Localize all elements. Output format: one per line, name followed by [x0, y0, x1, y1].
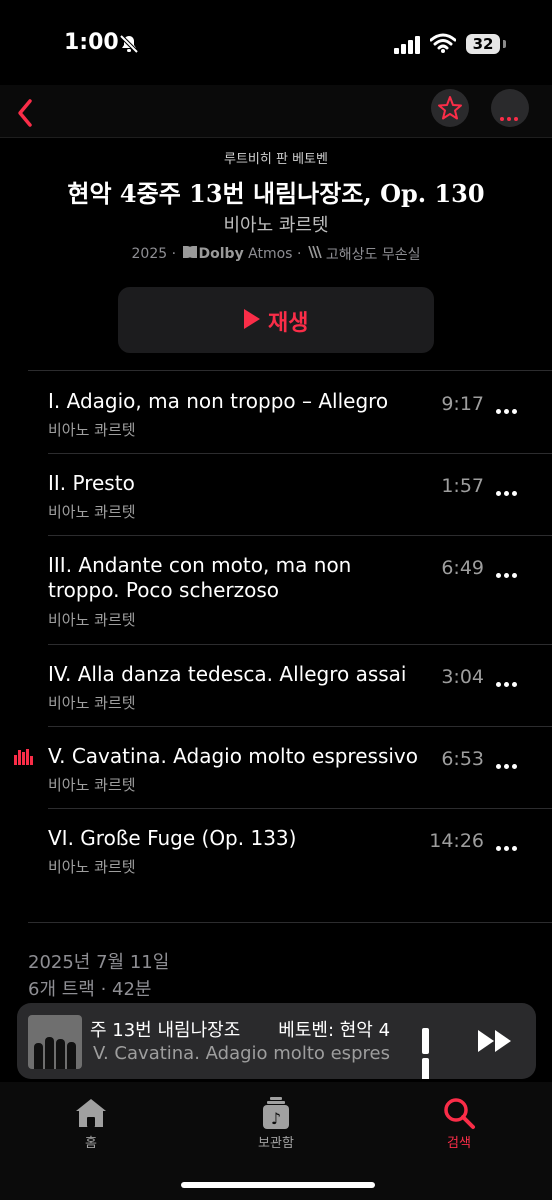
ellipsis-icon[interactable]	[496, 836, 520, 855]
track-title: V. Cavatina. Adagio molto espressivo	[48, 744, 418, 768]
forward-icon[interactable]	[477, 1029, 513, 1057]
mini-player-artwork	[28, 1015, 82, 1069]
mini-player[interactable]: 주 13번 내림나장조 베토벤: 현악 4 V. Cavatina. Adagio…	[17, 1003, 536, 1079]
track-artist: 비아노 콰르텟	[48, 611, 136, 629]
ellipsis-icon[interactable]	[496, 399, 520, 418]
now-playing-icon	[14, 746, 34, 765]
tab-search-label: 검색	[447, 1136, 471, 1151]
track-duration: 14:26	[429, 830, 484, 852]
track-artist: 비아노 콰르텟	[48, 694, 136, 712]
album-meta: 2025 · Dolby Atmos · 고해상도 무손실	[131, 245, 421, 263]
track-artist: 비아노 콰르텟	[48, 503, 136, 521]
status-time: 1:00	[64, 30, 119, 55]
mini-player-track-title: 주 13번 내림나장조	[90, 1020, 241, 1041]
header-divider	[0, 137, 552, 138]
track-title: IV. Alla danza tedesca. Allegro assai	[48, 662, 407, 686]
ellipsis-icon[interactable]	[496, 754, 520, 773]
bell-slash-icon	[118, 33, 140, 59]
ellipsis-icon	[500, 106, 521, 125]
track-row[interactable]: II. Presto 비아노 콰르텟 1:57	[0, 454, 552, 536]
mini-player-subtitle: V. Cavatina. Adagio molto espres	[93, 1043, 390, 1064]
album-title: 현악 4중주 13번 내림나장조, Op. 130	[67, 179, 485, 208]
tab-home-label: 홈	[85, 1136, 97, 1151]
track-title: III. Andante con moto, ma non troppo. Po…	[48, 553, 352, 602]
chevron-left-icon[interactable]	[10, 91, 46, 131]
play-button[interactable]: 재생	[118, 287, 434, 353]
play-label: 재생	[268, 311, 309, 336]
star-icon	[438, 96, 462, 120]
track-title: VI. Große Fuge (Op. 133)	[48, 826, 297, 850]
album-year: 2025	[131, 246, 168, 262]
ellipsis-icon[interactable]	[496, 481, 520, 500]
search-icon	[414, 1094, 504, 1132]
track-duration: 1:57	[441, 475, 484, 497]
tab-library[interactable]: ♪ 보관함	[231, 1094, 321, 1151]
track-count: 6개 트랙 · 42분	[28, 979, 152, 1000]
play-icon	[244, 309, 260, 329]
track-row[interactable]: VI. Große Fuge (Op. 133) 비아노 콰르텟 14:26	[0, 809, 552, 891]
pause-icon[interactable]	[422, 1028, 442, 1079]
battery-cap	[503, 40, 506, 48]
dolby-icon	[182, 246, 197, 262]
track-row[interactable]: III. Andante con moto, ma non troppo. Po…	[0, 536, 552, 645]
library-icon: ♪	[231, 1094, 321, 1132]
album-composer[interactable]: 루트비히 판 베토벤	[0, 148, 552, 167]
mini-player-album: 베토벤: 현악 4	[278, 1020, 391, 1041]
battery-icon: 32	[466, 34, 500, 54]
lossless-icon	[308, 245, 324, 262]
track-duration: 9:17	[441, 393, 484, 415]
track-duration: 3:04	[441, 666, 484, 688]
mini-player-title: 주 13번 내림나장조 베토벤: 현악 4	[90, 1016, 402, 1042]
home-indicator	[181, 1182, 375, 1188]
nav-bar	[0, 85, 552, 137]
track-title: I. Adagio, ma non troppo – Allegro	[48, 389, 389, 413]
tab-search[interactable]: 검색	[414, 1094, 504, 1151]
ellipsis-icon[interactable]	[496, 672, 520, 691]
tracks-top-divider	[28, 370, 552, 371]
status-bar: 1:00 32	[0, 0, 552, 90]
track-row[interactable]: IV. Alla danza tedesca. Allegro assai 비아…	[0, 645, 552, 727]
track-duration: 6:49	[441, 557, 484, 579]
dolby-label: Dolby	[198, 246, 244, 262]
track-artist: 비아노 콰르텟	[48, 776, 136, 794]
svg-text:♪: ♪	[271, 1109, 281, 1128]
album-artist[interactable]: 비아노 콰르텟	[0, 211, 552, 237]
section-divider	[28, 922, 552, 923]
track-row[interactable]: I. Adagio, ma non troppo – Allegro 비아노 콰…	[0, 372, 552, 454]
ellipsis-icon[interactable]	[496, 563, 520, 582]
wifi-icon	[429, 33, 457, 57]
track-title: II. Presto	[48, 471, 135, 495]
track-artist: 비아노 콰르텟	[48, 858, 136, 876]
more-button[interactable]	[491, 89, 529, 127]
tab-home[interactable]: 홈	[46, 1094, 136, 1151]
atmos-label: Atmos	[248, 246, 293, 262]
favorite-button[interactable]	[431, 89, 469, 127]
track-duration: 6:53	[441, 748, 484, 770]
home-icon	[46, 1094, 136, 1132]
release-date: 2025년 7월 11일	[28, 952, 170, 973]
tab-library-label: 보관함	[258, 1136, 294, 1151]
track-artist: 비아노 콰르텟	[48, 421, 136, 439]
track-row-now-playing[interactable]: V. Cavatina. Adagio molto espressivo 비아노…	[0, 727, 552, 809]
signal-bars-icon	[394, 36, 422, 58]
lossless-label: 고해상도 무손실	[325, 247, 421, 263]
